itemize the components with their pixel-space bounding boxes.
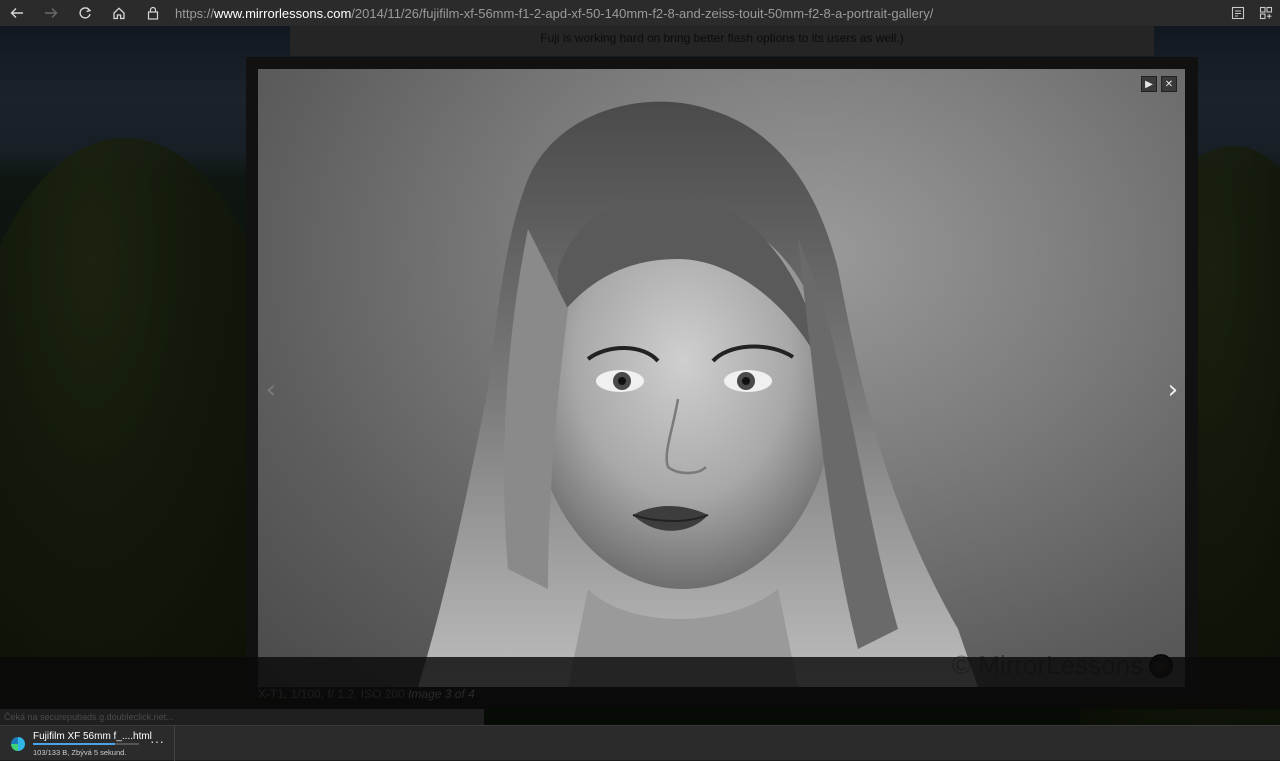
caption-text: X-T1, 1/100, f/ 1.2, ISO 200	[258, 687, 405, 701]
back-icon	[10, 8, 23, 18]
portrait-illustration	[418, 101, 978, 687]
download-progress-fill	[33, 743, 115, 745]
home-button[interactable]	[102, 0, 136, 26]
edge-file-icon	[11, 737, 25, 751]
toolbar-right	[1224, 0, 1280, 26]
download-file-name: Fujifilm XF 56mm f_....html	[33, 731, 152, 742]
url-host: www.mirrorlessons.com	[214, 5, 352, 21]
forward-icon	[45, 8, 58, 18]
download-bar: Fujifilm XF 56mm f_....html 103/133 B, Z…	[0, 725, 1280, 761]
close-icon: ✕	[1164, 78, 1174, 90]
home-icon	[113, 7, 125, 20]
url-path: /2014/11/26/fujifilm-xf-56mm-f1-2-apd-xf…	[351, 5, 934, 21]
download-status: 103/133 B, Zbývá 5 sekund.	[33, 748, 127, 757]
lock-icon[interactable]	[143, 0, 163, 26]
play-icon: ▶	[1145, 78, 1153, 90]
forward-button[interactable]	[34, 0, 68, 26]
next-image-button[interactable]: ›	[1160, 372, 1186, 408]
browser-toolbar: https://www.mirrorlessons.com/2014/11/26…	[0, 0, 1280, 26]
address-bar[interactable]: https://www.mirrorlessons.com/2014/11/26…	[143, 0, 1223, 26]
status-bar-message: Čeká na securepubads.g.doubleclick.net..…	[0, 709, 484, 725]
download-progress-bar	[33, 743, 139, 745]
refresh-icon	[79, 7, 92, 19]
collections-icon[interactable]	[1252, 0, 1280, 26]
caption-overlay	[0, 657, 1280, 709]
slideshow-play-button[interactable]: ▶	[1141, 76, 1157, 92]
reading-view-icon[interactable]	[1224, 0, 1252, 26]
refresh-button[interactable]	[68, 0, 102, 26]
portrait-photo: © MirrorLessons	[258, 69, 1185, 687]
lightbox-close-button[interactable]: ✕	[1161, 76, 1177, 92]
image-caption: X-T1, 1/100, f/ 1.2, ISO 200 Image 3 of …	[258, 687, 475, 701]
image-counter: Image 3 of 4	[408, 687, 475, 701]
url-prefix: https://	[175, 5, 215, 21]
chevron-right-icon: ›	[1167, 375, 1179, 405]
download-more-button[interactable]: ···	[150, 733, 164, 749]
previous-image-button[interactable]: ‹	[258, 372, 284, 408]
url-text[interactable]: https://www.mirrorlessons.com/2014/11/26…	[175, 6, 933, 21]
back-button[interactable]	[0, 0, 34, 26]
chevron-left-icon: ‹	[265, 375, 277, 405]
download-item[interactable]: Fujifilm XF 56mm f_....html 103/133 B, Z…	[0, 726, 175, 761]
